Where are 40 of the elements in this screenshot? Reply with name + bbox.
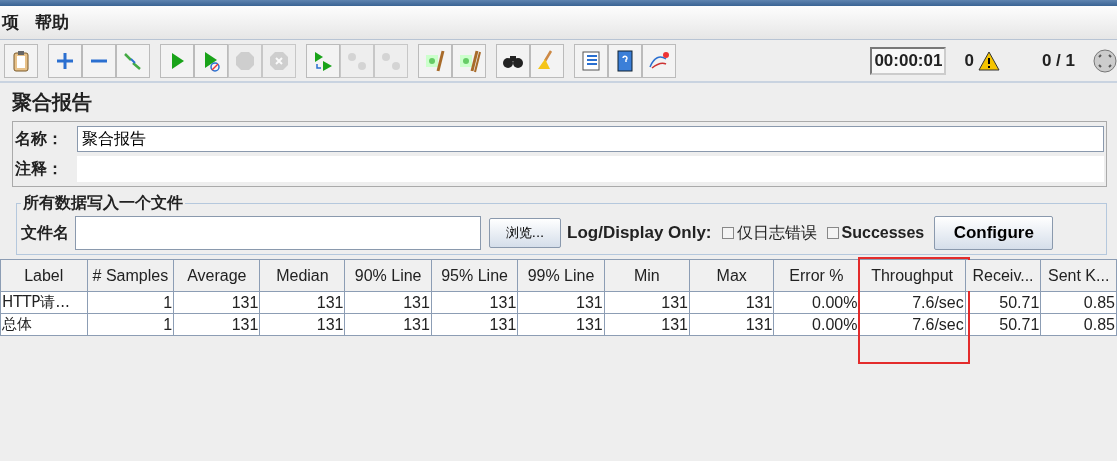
warning-count: 0 [964,50,974,71]
comment-label: 注释： [15,158,64,180]
warning-icon [977,50,1000,71]
log-display-label: Log/Display Only: [567,223,712,243]
search-button[interactable] [496,43,530,78]
status-indicator-icon [1093,48,1117,73]
panel-title: 聚合报告 [12,89,93,116]
checkbox[interactable] [826,227,839,239]
clear-icon [423,48,447,73]
filename-field[interactable] [75,216,481,250]
clear-all-icon [457,48,481,73]
function-list-icon [579,48,603,73]
help-button[interactable] [608,43,642,78]
configure-button[interactable]: Configure [934,216,1054,250]
toggle-button[interactable] [116,43,150,78]
remote-start-button[interactable] [306,43,340,78]
clipboard-button[interactable] [4,43,38,78]
remove-button[interactable] [82,43,116,78]
thread-count: 0 / 1 [1041,50,1075,71]
browse-button[interactable]: 浏览... [489,218,561,248]
group-title: 所有数据写入一个文件 [22,193,184,214]
menu-item[interactable]: 项 [2,11,19,34]
add-button[interactable] [48,43,82,78]
checkbox[interactable] [721,227,734,239]
column-header[interactable]: Min [633,266,660,285]
name-field[interactable]: 聚合报告 [77,126,1104,152]
table-cell: HTTP请... [0,291,87,314]
function-list-button[interactable] [574,43,608,78]
elapsed-time: 00:00:01 [870,46,947,75]
menu-item[interactable]: 帮助 [35,11,69,34]
table-cell: 总体 [0,313,87,336]
log-button[interactable] [642,43,676,78]
start-no-timer-button[interactable] [194,43,228,78]
filename-label: 文件名 [21,222,69,244]
start-button[interactable] [160,43,194,78]
clear-all-button[interactable] [452,43,486,78]
name-label: 名称： [15,128,64,150]
checkbox-label: 仅日志错误 [736,222,817,244]
clear-button[interactable] [418,43,452,78]
checkbox-label: Successes [841,224,925,242]
